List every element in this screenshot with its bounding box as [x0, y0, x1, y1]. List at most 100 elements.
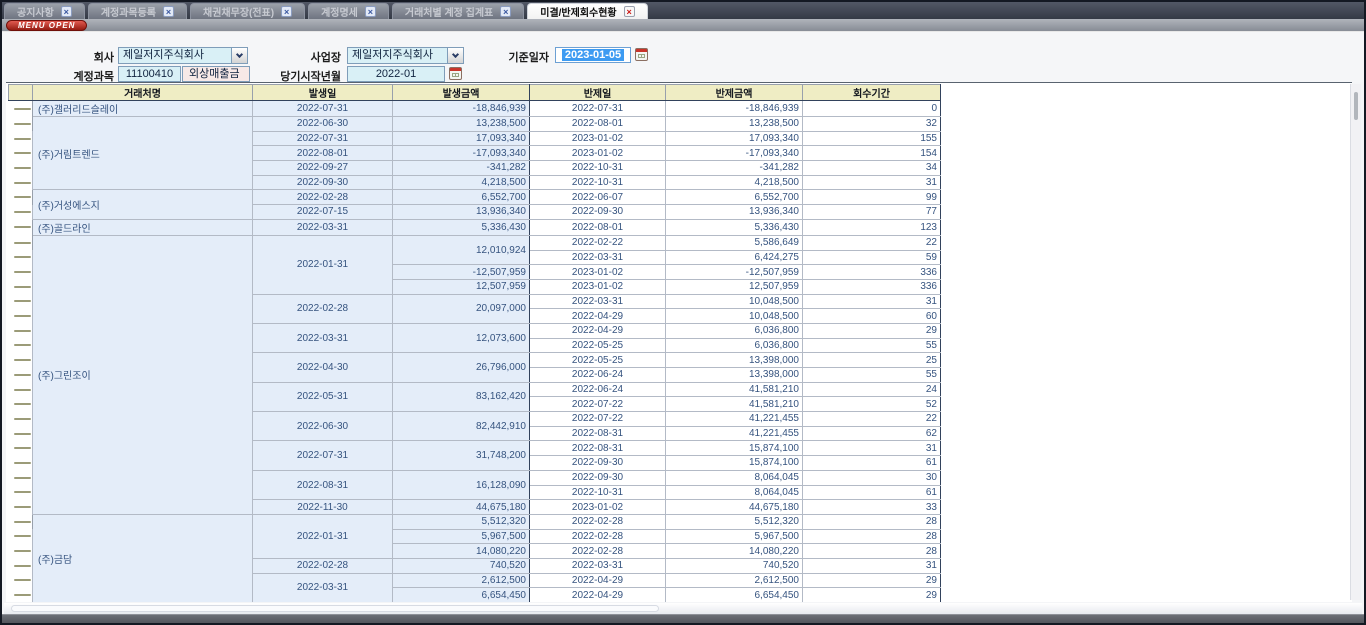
tab-5[interactable]: 거래처별 계정 집계표×: [392, 3, 524, 19]
cell-settle-date[interactable]: 2022-09-30: [530, 205, 666, 220]
cell-collect-period[interactable]: 52: [803, 397, 941, 412]
tab-close-icon[interactable]: ×: [500, 6, 511, 17]
cell-collect-period[interactable]: 22: [803, 235, 941, 250]
row-select-button[interactable]: [14, 374, 32, 376]
cell-settle-amount[interactable]: 13,936,340: [666, 205, 803, 220]
row-select-button[interactable]: [14, 389, 32, 391]
cell-settle-date[interactable]: 2022-10-31: [530, 161, 666, 176]
cell-occur-amount[interactable]: 12,010,924: [393, 235, 530, 264]
cell-settle-date[interactable]: 2023-01-02: [530, 146, 666, 161]
cell-settle-amount[interactable]: 5,586,649: [666, 235, 803, 250]
cell-settle-amount[interactable]: 6,424,275: [666, 250, 803, 265]
cell-occur-amount[interactable]: 26,796,000: [393, 353, 530, 382]
cell-settle-amount[interactable]: 13,238,500: [666, 117, 803, 132]
cell-settle-amount[interactable]: 8,064,045: [666, 485, 803, 500]
cell-occur-amount[interactable]: 740,520: [393, 558, 530, 573]
row-select-button[interactable]: [14, 462, 32, 464]
cell-settle-amount[interactable]: 14,080,220: [666, 544, 803, 559]
cell-settle-date[interactable]: 2022-04-29: [530, 323, 666, 338]
cell-occur-amount[interactable]: 5,967,500: [393, 529, 530, 544]
cell-collect-period[interactable]: 61: [803, 485, 941, 500]
cell-settle-amount[interactable]: 2,612,500: [666, 573, 803, 588]
cell-customer[interactable]: (주)갤러리드슬레이: [33, 101, 253, 117]
row-select-button[interactable]: [14, 403, 32, 405]
cell-settle-amount[interactable]: 41,221,455: [666, 426, 803, 441]
cell-settle-date[interactable]: 2022-06-24: [530, 382, 666, 397]
cell-settle-date[interactable]: 2022-06-24: [530, 368, 666, 383]
cell-occur-date[interactable]: 2022-06-30: [253, 117, 393, 132]
cell-settle-amount[interactable]: 740,520: [666, 558, 803, 573]
cell-settle-date[interactable]: 2022-10-31: [530, 485, 666, 500]
cell-settle-amount[interactable]: 6,036,800: [666, 338, 803, 353]
row-select-button[interactable]: [14, 521, 32, 523]
row-select-button[interactable]: [14, 344, 32, 346]
cell-occur-amount[interactable]: 5,512,320: [393, 514, 530, 529]
cell-collect-period[interactable]: 28: [803, 544, 941, 559]
cell-occur-amount[interactable]: 20,097,000: [393, 294, 530, 323]
cell-occur-date[interactable]: 2022-02-28: [253, 190, 393, 205]
cell-occur-amount[interactable]: 16,128,090: [393, 470, 530, 499]
cell-collect-period[interactable]: 154: [803, 146, 941, 161]
tab-4[interactable]: 계정명세×: [308, 3, 389, 19]
cell-collect-period[interactable]: 30: [803, 470, 941, 485]
tab-close-icon[interactable]: ×: [624, 6, 635, 17]
row-select-button[interactable]: [14, 506, 32, 508]
row-select-button[interactable]: [14, 330, 32, 332]
cell-settle-amount[interactable]: -18,846,939: [666, 101, 803, 117]
cell-customer[interactable]: (주)거성에스지: [33, 190, 253, 219]
account-name-input[interactable]: 외상매출금: [182, 66, 250, 82]
cell-occur-amount[interactable]: 6,552,700: [393, 190, 530, 205]
cell-occur-amount[interactable]: 83,162,420: [393, 382, 530, 411]
cell-occur-amount[interactable]: 13,936,340: [393, 205, 530, 220]
cell-settle-date[interactable]: 2022-02-28: [530, 529, 666, 544]
cell-occur-amount[interactable]: 5,336,430: [393, 219, 530, 235]
chevron-down-icon[interactable]: [231, 48, 247, 63]
cell-customer[interactable]: (주)금담: [33, 514, 253, 602]
cell-occur-amount[interactable]: 13,238,500: [393, 117, 530, 132]
cell-occur-amount[interactable]: 44,675,180: [393, 500, 530, 515]
cell-settle-date[interactable]: 2022-06-07: [530, 190, 666, 205]
cell-collect-period[interactable]: 99: [803, 190, 941, 205]
cell-settle-amount[interactable]: 41,581,210: [666, 382, 803, 397]
cell-collect-period[interactable]: 29: [803, 588, 941, 602]
horizontal-scrollbar-thumb[interactable]: [11, 605, 659, 612]
cell-collect-period[interactable]: 59: [803, 250, 941, 265]
cell-collect-period[interactable]: 33: [803, 500, 941, 515]
tab-close-icon[interactable]: ×: [365, 6, 376, 17]
cell-settle-date[interactable]: 2023-01-02: [530, 131, 666, 146]
cell-settle-amount[interactable]: 8,064,045: [666, 470, 803, 485]
cell-settle-date[interactable]: 2022-08-01: [530, 219, 666, 235]
cell-settle-amount[interactable]: 15,874,100: [666, 441, 803, 456]
cell-occur-amount[interactable]: 12,507,959: [393, 279, 530, 294]
row-select-button[interactable]: [14, 152, 32, 154]
cell-occur-date[interactable]: 2022-09-30: [253, 175, 393, 190]
cell-settle-date[interactable]: 2022-08-01: [530, 117, 666, 132]
cell-settle-date[interactable]: 2022-07-22: [530, 412, 666, 427]
row-select-button[interactable]: [14, 211, 32, 213]
horizontal-scrollbar[interactable]: [4, 603, 1362, 614]
cell-settle-date[interactable]: 2022-08-31: [530, 426, 666, 441]
row-select-button[interactable]: [14, 535, 32, 537]
cell-collect-period[interactable]: 62: [803, 426, 941, 441]
period-start-input[interactable]: 2022-01: [347, 66, 445, 82]
cell-collect-period[interactable]: 336: [803, 265, 941, 280]
cell-settle-amount[interactable]: 6,036,800: [666, 323, 803, 338]
cell-occur-amount[interactable]: 31,748,200: [393, 441, 530, 470]
cell-occur-amount[interactable]: -18,846,939: [393, 101, 530, 117]
row-select-button[interactable]: [14, 315, 32, 317]
cell-settle-amount[interactable]: 5,336,430: [666, 219, 803, 235]
cell-collect-period[interactable]: 31: [803, 558, 941, 573]
cell-settle-amount[interactable]: 44,675,180: [666, 500, 803, 515]
cell-settle-date[interactable]: 2022-08-31: [530, 441, 666, 456]
row-select-button[interactable]: [14, 271, 32, 273]
cell-settle-date[interactable]: 2022-04-29: [530, 573, 666, 588]
cell-occur-date[interactable]: 2022-03-31: [253, 219, 393, 235]
cell-occur-date[interactable]: 2022-07-31: [253, 101, 393, 117]
cell-collect-period[interactable]: 336: [803, 279, 941, 294]
menu-open-button[interactable]: MENU OPEN: [6, 20, 87, 31]
row-select-button[interactable]: [14, 433, 32, 435]
cell-occur-date[interactable]: 2022-07-31: [253, 131, 393, 146]
row-select-button[interactable]: [14, 594, 32, 596]
row-select-button[interactable]: [14, 565, 32, 567]
cell-occur-amount[interactable]: 14,080,220: [393, 544, 530, 559]
